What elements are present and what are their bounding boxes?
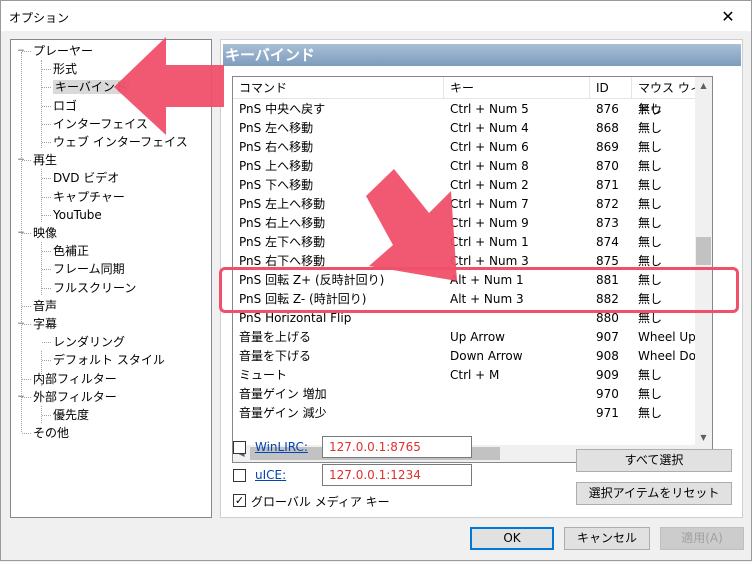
down-arrow-icon — [366, 169, 457, 281]
annotation-layer — [114, 37, 457, 281]
options-window: オプション ✕ プレーヤー − 形式 キーバインド ロゴ インターフェイス ウェブ インター… — [0, 0, 752, 561]
left-arrow-icon — [114, 37, 224, 135]
